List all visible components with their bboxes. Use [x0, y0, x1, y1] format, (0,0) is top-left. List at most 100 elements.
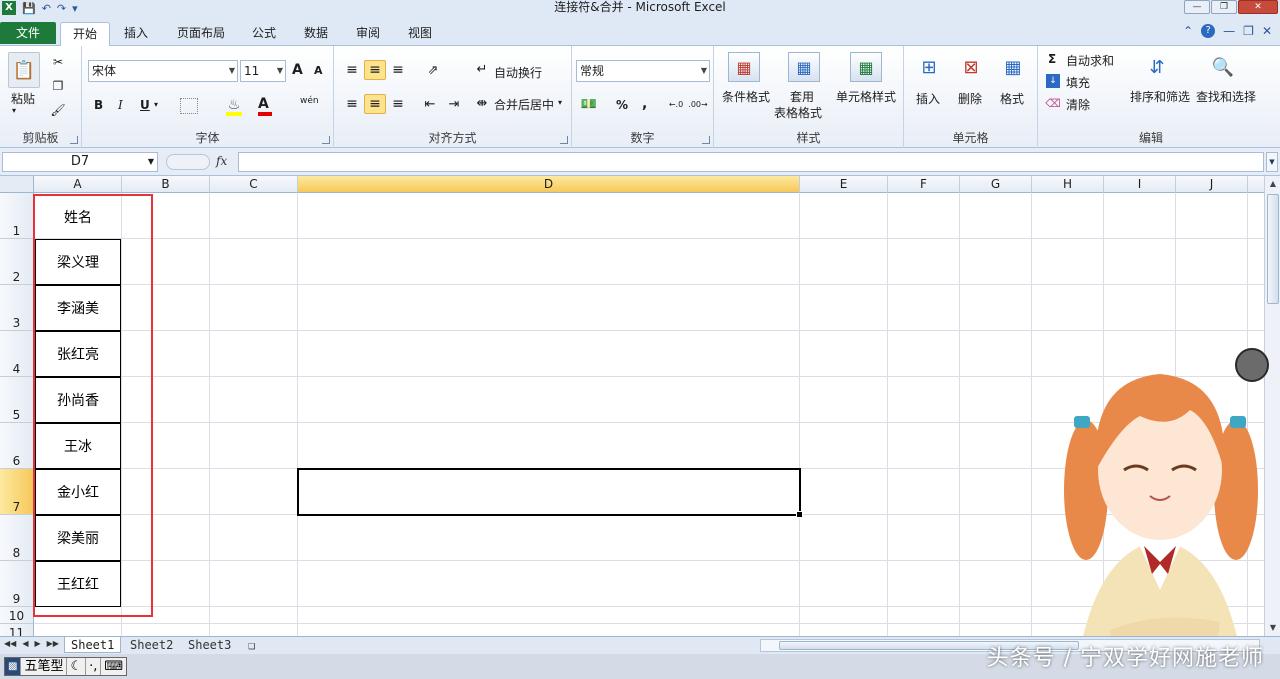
shrink-font-button[interactable]: A [314, 64, 323, 77]
column-header-k[interactable] [1248, 176, 1264, 193]
decrease-indent-icon[interactable]: ⇤ [420, 94, 440, 114]
delete-cells-label[interactable]: 删除 [958, 90, 982, 107]
insert-cells-label[interactable]: 插入 [916, 90, 940, 107]
underline-button[interactable]: U [140, 98, 150, 112]
ime-toolbar[interactable]: ▩ 五笔型 ☾ ·, ⌨ [4, 657, 128, 676]
align-top-icon[interactable]: ≡ [342, 60, 362, 80]
bold-button[interactable]: B [94, 98, 103, 112]
select-all-corner[interactable] [0, 176, 34, 193]
insert-function-icon[interactable]: fx [216, 154, 227, 168]
ime-mode[interactable]: 五笔型 [21, 658, 68, 675]
binoculars-icon[interactable]: 🔍 [1208, 52, 1238, 82]
align-left-icon[interactable]: ≡ [342, 94, 362, 114]
close-doc-icon[interactable]: ✕ [1262, 24, 1272, 38]
column-header-j[interactable]: J [1176, 176, 1248, 193]
column-header-e[interactable]: E [800, 176, 888, 193]
row-header-9[interactable]: 9 [0, 561, 34, 607]
tab-formulas[interactable]: 公式 [244, 22, 284, 46]
collapse-ribbon-icon[interactable]: ⌃ [1183, 24, 1193, 38]
decrease-decimal-icon[interactable]: .00→ [688, 94, 708, 114]
tab-insert[interactable]: 插入 [116, 22, 156, 46]
column-header-h[interactable]: H [1032, 176, 1104, 193]
fill-down-icon[interactable]: ↓ [1046, 74, 1060, 88]
autosum-label[interactable]: 自动求和 [1066, 52, 1114, 69]
number-launcher-icon[interactable] [702, 136, 710, 144]
prev-sheet-icon[interactable]: ◀ [22, 639, 28, 648]
find-select-label[interactable]: 查找和选择 [1196, 88, 1256, 105]
align-center-icon[interactable]: ≡ [364, 94, 386, 114]
sheet-tab-1[interactable]: Sheet1 [64, 637, 122, 653]
cut-icon[interactable]: ✂ [50, 54, 66, 70]
grow-font-button[interactable]: A [292, 62, 303, 78]
half-width-icon[interactable]: ☾ [67, 658, 87, 675]
paste-label[interactable]: 粘贴 [11, 90, 35, 107]
soft-keyboard-icon[interactable]: ⌨ [101, 658, 126, 675]
row-header-11[interactable]: 11 [0, 624, 34, 636]
clipboard-launcher-icon[interactable] [70, 136, 78, 144]
tab-home[interactable]: 开始 [60, 22, 110, 47]
borders-icon[interactable] [180, 98, 198, 114]
sort-filter-label[interactable]: 排序和筛选 [1130, 88, 1190, 105]
font-name-combo[interactable]: 宋体 ▼ [88, 60, 238, 82]
column-header-g[interactable]: G [960, 176, 1032, 193]
first-sheet-icon[interactable]: ◀◀ [4, 639, 16, 648]
column-header-b[interactable]: B [122, 176, 210, 193]
align-middle-icon[interactable]: ≡ [364, 60, 386, 80]
paste-icon[interactable]: 📋 [8, 52, 40, 88]
wrap-text-label[interactable]: 自动换行 [494, 64, 542, 81]
increase-decimal-icon[interactable]: ←.0 [666, 94, 686, 114]
next-sheet-icon[interactable]: ▶ [34, 639, 40, 648]
merge-center-label[interactable]: 合并后居中 [494, 96, 554, 113]
underline-dropdown-icon[interactable]: ▾ [154, 100, 158, 109]
expand-formula-icon[interactable]: ▼ [1266, 152, 1278, 172]
last-sheet-icon[interactable]: ▶▶ [47, 639, 59, 648]
percent-button[interactable]: % [616, 98, 628, 112]
sort-filter-icon[interactable]: ⇵ [1142, 52, 1172, 82]
eraser-icon[interactable]: ⌫ [1045, 96, 1061, 110]
wrap-text-icon[interactable]: ↵ [474, 60, 490, 78]
align-right-icon[interactable]: ≡ [388, 94, 408, 114]
align-bottom-icon[interactable]: ≡ [388, 60, 408, 80]
format-cells-icon[interactable]: ▦ [998, 52, 1028, 82]
paste-dropdown-icon[interactable]: ▾ [12, 106, 16, 115]
column-header-a[interactable]: A [34, 176, 122, 193]
help-icon[interactable]: ? [1201, 24, 1216, 38]
alignment-launcher-icon[interactable] [560, 136, 568, 144]
row-header-5[interactable]: 5 [0, 377, 34, 423]
tab-review[interactable]: 审阅 [348, 22, 388, 46]
phonetic-button[interactable]: wén [300, 96, 319, 106]
increase-indent-icon[interactable]: ⇥ [444, 94, 464, 114]
row-header-4[interactable]: 4 [0, 331, 34, 377]
minimize-doc-icon[interactable]: — [1223, 24, 1235, 38]
tab-data[interactable]: 数据 [296, 22, 336, 46]
ime-logo-icon[interactable]: ▩ [5, 658, 22, 675]
restore-icon[interactable]: ❐ [1211, 0, 1237, 14]
row-header-3[interactable]: 3 [0, 285, 34, 331]
row-header-1[interactable]: 1 [0, 193, 34, 239]
insert-cells-icon[interactable]: ⊞ [914, 52, 944, 82]
row-header-8[interactable]: 8 [0, 515, 34, 561]
accounting-icon[interactable]: 💵 [578, 94, 600, 114]
font-color-button[interactable]: A [258, 96, 269, 112]
comma-button[interactable]: , [642, 96, 647, 112]
italic-button[interactable]: I [118, 98, 123, 112]
format-as-table-icon[interactable]: ▦ [788, 52, 820, 82]
copy-icon[interactable]: ❐ [50, 78, 66, 94]
format-painter-icon[interactable]: 🖌 [50, 102, 66, 118]
tab-page-layout[interactable]: 页面布局 [168, 22, 234, 46]
scroll-thumb[interactable] [1267, 194, 1279, 304]
font-launcher-icon[interactable] [322, 136, 330, 144]
column-header-d[interactable]: D [298, 176, 800, 193]
cell-styles-icon[interactable]: ▦ [850, 52, 882, 82]
scroll-up-icon[interactable]: ▲ [1266, 176, 1280, 192]
column-header-f[interactable]: F [888, 176, 960, 193]
floating-widget-icon[interactable] [1235, 348, 1269, 382]
sheet-tab-2[interactable]: Sheet2 [124, 637, 179, 653]
punctuation-icon[interactable]: ·, [86, 658, 102, 675]
font-size-combo[interactable]: 11 ▼ [240, 60, 286, 82]
tab-file[interactable]: 文件 [0, 22, 56, 44]
conditional-format-icon[interactable]: ▦ [728, 52, 760, 82]
delete-cells-icon[interactable]: ⊠ [956, 52, 986, 82]
sigma-icon[interactable]: Σ [1048, 52, 1056, 66]
orientation-icon[interactable]: ⇗ [420, 60, 446, 80]
